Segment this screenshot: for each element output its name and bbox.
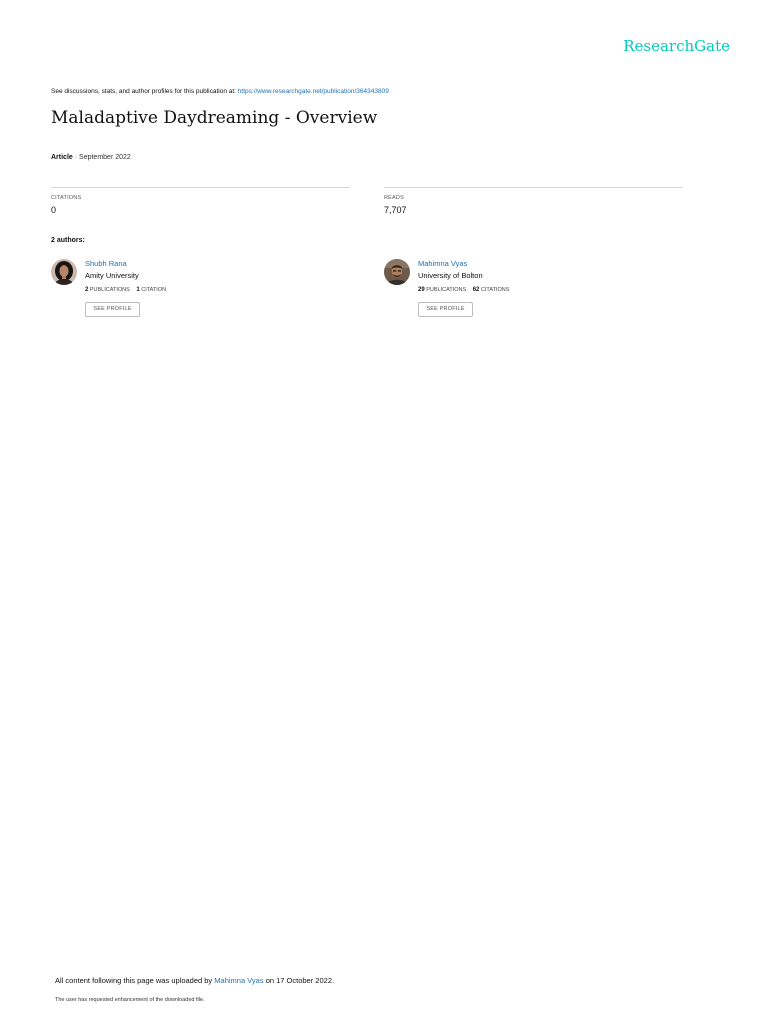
author-name-link[interactable]: Mahimna Vyas [418,259,467,268]
researchgate-logo[interactable]: ResearchGate [600,37,730,55]
reads-label: READS [384,195,404,201]
publications-label: PUBLICATIONS [89,287,130,293]
publication-date: September 2022 [79,154,131,161]
author-citations-count: 1 [136,287,140,293]
citations-label: CITATIONS [51,195,82,201]
enhancement-note: The user has requested enhancement of th… [55,997,205,1003]
publication-url-link[interactable]: https://www.researchgate.net/publication… [238,88,389,95]
upload-prefix: All content following this page was uplo… [55,976,215,985]
author-card: Mahimna Vyas University of Bolton 29 PUB… [384,258,684,322]
author-citations-label: CITATION [141,287,167,293]
author-name-link[interactable]: Shubh Rana [85,259,127,268]
citations-stat: CITATIONS 0 [51,187,350,215]
reads-value: 7,707 [384,205,407,215]
author-citations-label: CITATIONS [480,287,510,293]
publication-type: Article [51,154,73,161]
see-discussions-text: See discussions, stats, and author profi… [51,88,238,95]
publications-count: 2 [85,287,89,293]
publication-title: Maladaptive Daydreaming - Overview [51,108,378,128]
publication-meta: Article · September 2022 [51,154,131,161]
publications-count: 29 [418,287,425,293]
author-card: Shubh Rana Amity University 2 PUBLICATIO… [51,258,351,322]
reads-stat: READS 7,707 [384,187,683,215]
author-stats: 29 PUBLICATIONS 62 CITATIONS [418,287,509,293]
see-profile-button[interactable]: SEE PROFILE [85,302,140,317]
author-stats: 2 PUBLICATIONS 1 CITATION [85,287,166,293]
uploader-link[interactable]: Mahimna Vyas [214,976,263,985]
upload-suffix: on 17 October 2022. [263,976,335,985]
authors-heading: 2 authors: [51,237,85,244]
author-photo-icon[interactable] [384,259,410,285]
publications-label: PUBLICATIONS [426,287,467,293]
see-discussions-line: See discussions, stats, and author profi… [51,88,389,95]
upload-notice: All content following this page was uplo… [55,976,334,985]
see-profile-button[interactable]: SEE PROFILE [418,302,473,317]
author-citations-count: 62 [472,287,480,293]
author-institution: Amity University [85,271,139,280]
citations-value: 0 [51,205,57,215]
author-photo-icon[interactable] [51,259,77,285]
author-institution: University of Bolton [418,271,483,280]
